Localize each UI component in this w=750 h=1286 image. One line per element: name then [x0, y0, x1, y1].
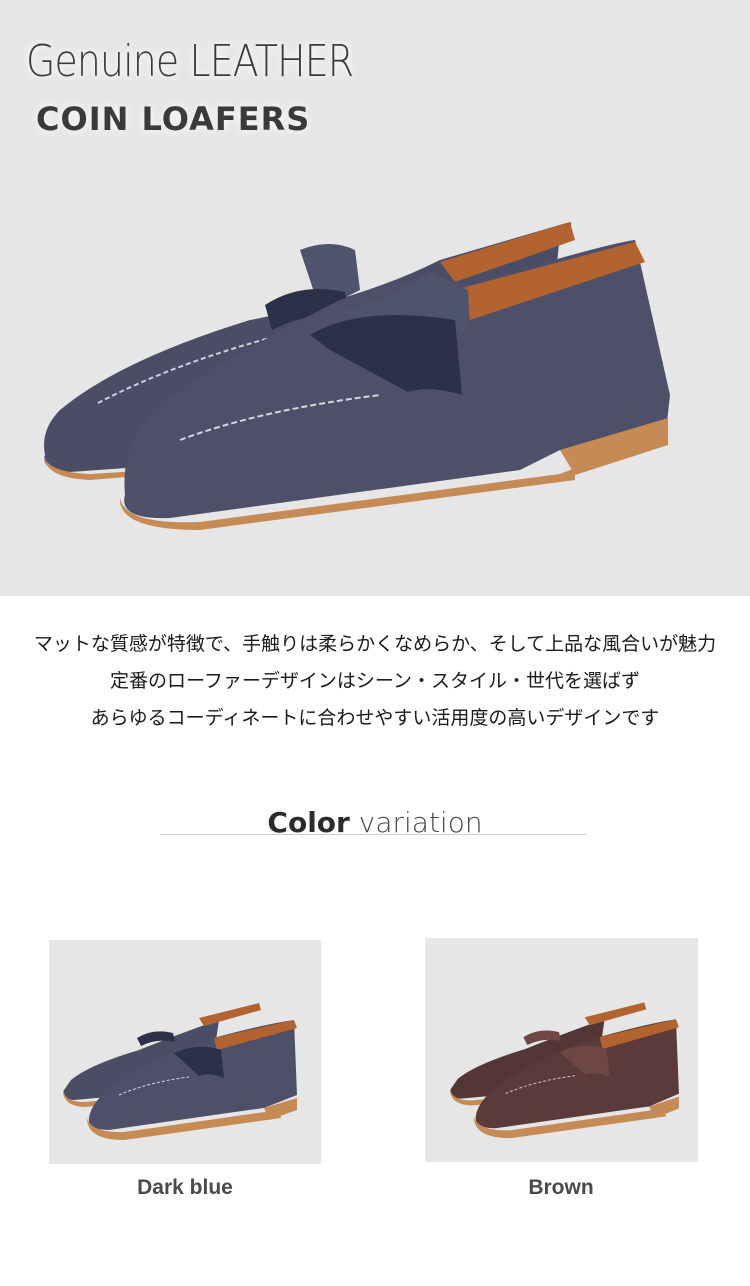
hero-subtitle: COIN LOAFERS — [36, 100, 311, 138]
description-line: 定番のローファーデザインはシーン・スタイル・世代を選ばず — [110, 670, 640, 692]
product-description: マットな質感が特徴で、手触りは柔らかくなめらか、そして上品な風合いが魅力 定番の… — [0, 626, 750, 737]
dark-blue-loafer-image — [63, 1003, 297, 1140]
description-line: あらゆるコーディネートに合わせやすい活用度の高いデザインです — [90, 707, 660, 729]
description-line: マットな質感が特徴で、手触りは柔らかくなめらか、そして上品な風合いが魅力 — [33, 633, 717, 655]
variant-card-dark-blue[interactable] — [49, 940, 321, 1164]
hero-loafer-image — [44, 222, 670, 530]
heading-divider — [160, 834, 586, 835]
variant-label-brown: Brown — [528, 1176, 594, 1199]
variant-label-dark-blue: Dark blue — [137, 1176, 233, 1199]
hero-banner: Genuine LEATHER COIN LOAFERS — [0, 0, 750, 596]
hero-title: Genuine LEATHER — [26, 36, 354, 87]
brown-loafer-image — [449, 1002, 679, 1139]
variant-card-brown[interactable] — [425, 938, 698, 1162]
